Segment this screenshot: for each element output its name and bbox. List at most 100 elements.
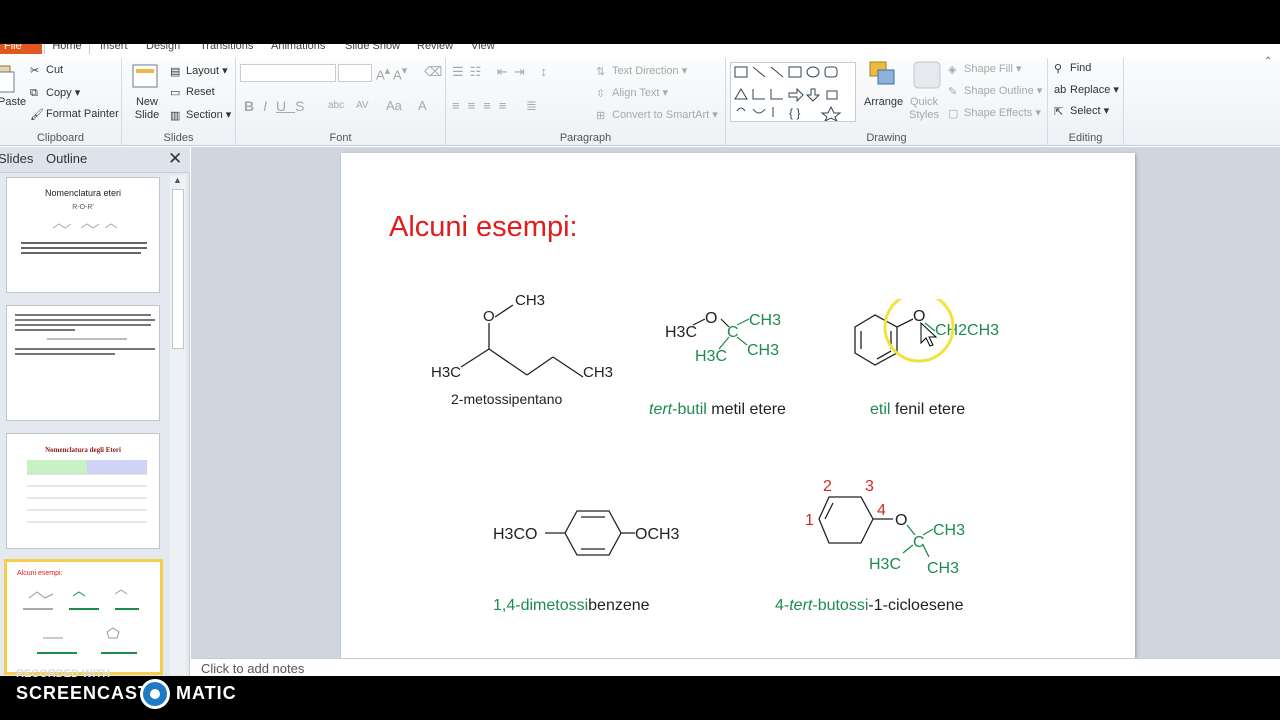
- strikethrough-icon[interactable]: abc: [328, 100, 344, 111]
- replace-button[interactable]: ab Replace ▾: [1054, 83, 1119, 96]
- slide-thumbnail-3[interactable]: Nomenclatura degli Eteri: [6, 433, 160, 549]
- text-direction-button[interactable]: ⇅ Text Direction ▾: [596, 64, 687, 79]
- font-group: A▴ A▾ ⌫ BIUS abc AV Aa A Font: [236, 58, 446, 146]
- editing-label: Editing: [1068, 132, 1103, 144]
- clear-format-icon[interactable]: ⌫: [424, 64, 442, 80]
- arrange-button[interactable]: Arrange: [864, 96, 903, 108]
- clipboard-group: Paste ✂ Cut ⧉ Copy ▾ 🖌 Format Painter Clipb…: [0, 58, 122, 146]
- atom-och3: OCH3: [635, 526, 680, 543]
- atom-o: O: [483, 308, 495, 325]
- collapse-ribbon-icon[interactable]: ⌃: [1264, 56, 1272, 67]
- molecule-3-caption[interactable]: etil fenil etere: [870, 401, 965, 419]
- section-icon: ▥: [170, 110, 181, 123]
- arrange-icon[interactable]: [868, 60, 898, 92]
- reset-icon: ▭: [170, 87, 181, 100]
- close-pane-icon[interactable]: ✕: [168, 149, 182, 169]
- tab-home[interactable]: Home: [44, 44, 90, 54]
- shapes-gallery[interactable]: { }: [730, 62, 856, 123]
- atom-ch3-end: CH3: [583, 364, 613, 381]
- layout-icon: ▤: [170, 66, 181, 79]
- font-size-select[interactable]: [338, 64, 372, 82]
- font-style-buttons[interactable]: BIUS: [244, 98, 313, 114]
- atom-h3c: H3C: [869, 556, 901, 573]
- shapes-icons: { }: [734, 66, 842, 123]
- watermark-bar: RECORDED WITH SCREENCAST MATIC: [0, 668, 1280, 720]
- molecule-2-caption[interactable]: tert-butil metil etere: [649, 401, 786, 419]
- molecule-tert-butil-metil-etere: H3C O C CH3 H3C CH3: [665, 310, 781, 365]
- new-slide-button[interactable]: New Slide: [132, 96, 162, 122]
- molecule-2-metossipentano: O CH3 H3C CH3: [431, 292, 613, 381]
- tab-view[interactable]: View: [471, 44, 495, 54]
- atom-h3c: H3C: [431, 364, 461, 381]
- shape-effects-button[interactable]: ▢ Shape Effects ▾: [948, 106, 1041, 120]
- format-painter-button[interactable]: 🖌 Format Painter: [30, 108, 119, 121]
- scissors-icon: ✂: [30, 65, 40, 78]
- copy-icon: ⧉: [30, 87, 38, 100]
- slides-pane-scrollbar[interactable]: ▲: [170, 175, 186, 675]
- align-text-button[interactable]: ⇳ Align Text ▾: [596, 86, 668, 101]
- paste-button[interactable]: Paste: [0, 96, 26, 108]
- new-slide-icon[interactable]: [130, 62, 160, 94]
- molecule-5-caption[interactable]: 4-tert-butossi-1-cicloesene: [775, 597, 964, 615]
- locant-3: 3: [865, 478, 874, 495]
- scroll-up-icon[interactable]: ▲: [173, 175, 182, 185]
- slide-thumbnail-2[interactable]: [6, 305, 160, 421]
- tab-insert[interactable]: Insert: [100, 44, 128, 54]
- scrollbar-thumb[interactable]: [172, 189, 184, 349]
- molecule-etil-fenil-etere: O CH2CH3: [854, 299, 999, 366]
- quick-styles-icon[interactable]: [912, 60, 942, 92]
- molecule-1-caption[interactable]: 2-metossipentano: [451, 391, 562, 407]
- pane-tab-slides[interactable]: Slides: [0, 151, 33, 166]
- smartart-icon: ⊞: [596, 110, 606, 123]
- change-case-icon[interactable]: Aa: [386, 98, 402, 113]
- thumb-content: [23, 589, 139, 654]
- molecule-4-tert-butossi-1-cicloesene: 1 2 3 4 O C CH3 H3C CH3: [805, 478, 965, 577]
- molecule-4-caption[interactable]: 1,4-dimetossibenzene: [493, 597, 650, 615]
- atom-ch2ch3: CH2CH3: [935, 322, 999, 339]
- pencil-icon: ✎: [948, 86, 958, 99]
- text-direction-icon: ⇅: [596, 66, 606, 79]
- shape-fill-button[interactable]: ◈ Shape Fill ▾: [948, 62, 1022, 76]
- tab-slide-show[interactable]: Slide Show: [345, 44, 400, 54]
- shape-outline-button[interactable]: ✎ Shape Outline ▾: [948, 84, 1042, 99]
- screencast-logo-icon: [140, 679, 170, 709]
- current-slide[interactable]: Alcuni esempi: O CH3 H3C CH3 2-metossipe…: [341, 153, 1135, 663]
- slide-thumbnail-4[interactable]: Alcuni esempi:: [4, 559, 163, 675]
- paste-icon[interactable]: [0, 62, 16, 94]
- editing-group: ⚲ Find ab Replace ▾ ⇱ Select ▾ Editing: [1048, 58, 1124, 146]
- tab-file[interactable]: File: [0, 44, 42, 54]
- cut-button[interactable]: ✂ Cut: [30, 64, 63, 78]
- spacing-icon[interactable]: AV: [356, 100, 369, 111]
- slide-title[interactable]: Alcuni esempi:: [389, 211, 578, 244]
- clipboard-label: Clipboard: [36, 132, 85, 144]
- locant-2: 2: [823, 478, 832, 495]
- pane-tab-outline[interactable]: Outline: [46, 151, 87, 166]
- powerpoint-window: File Home Insert Design Transitions Anim…: [0, 44, 1280, 676]
- list-icons[interactable]: ☰☷ ⇤⇥ ↕: [452, 64, 553, 80]
- atom-ch3-top: CH3: [933, 522, 965, 539]
- quick-styles-button[interactable]: Quick Styles: [906, 96, 942, 122]
- convert-smartart-button[interactable]: ⊞ Convert to SmartArt ▾: [596, 108, 718, 123]
- atom-o: O: [913, 308, 925, 325]
- align-text-icon: ⇳: [596, 88, 606, 101]
- tab-transitions[interactable]: Transitions: [200, 44, 253, 54]
- slide-thumbnail-1[interactable]: Nomenclatura eteri R-O-R': [6, 177, 160, 293]
- atom-ch3-top: CH3: [749, 312, 781, 329]
- slides-group: New Slide ▤ Layout ▾ ▭ Reset ▥ Section ▾ Sl…: [122, 58, 236, 146]
- grow-font-icon[interactable]: A▴ A▾: [376, 64, 407, 82]
- atom-h3c: H3C: [665, 324, 697, 341]
- tab-animations[interactable]: Animations: [271, 44, 325, 54]
- tab-review[interactable]: Review: [417, 44, 453, 54]
- ribbon-tabs: File Home Insert Design Transitions Anim…: [0, 44, 1280, 58]
- select-button[interactable]: ⇱ Select ▾: [1054, 104, 1109, 118]
- notes-pane[interactable]: Click to add notes: [191, 658, 1280, 676]
- layout-button[interactable]: ▤ Layout ▾: [170, 64, 228, 79]
- find-button[interactable]: ⚲ Find: [1054, 62, 1091, 75]
- copy-button[interactable]: ⧉ Copy ▾: [30, 86, 80, 99]
- font-color-icon[interactable]: A: [418, 98, 427, 113]
- font-family-select[interactable]: [240, 64, 336, 82]
- section-button[interactable]: ▥ Section ▾: [170, 108, 231, 123]
- tab-design[interactable]: Design: [146, 44, 180, 54]
- align-icons[interactable]: ≡≡≡≡ ≣: [452, 98, 545, 114]
- reset-button[interactable]: ▭ Reset: [170, 86, 215, 100]
